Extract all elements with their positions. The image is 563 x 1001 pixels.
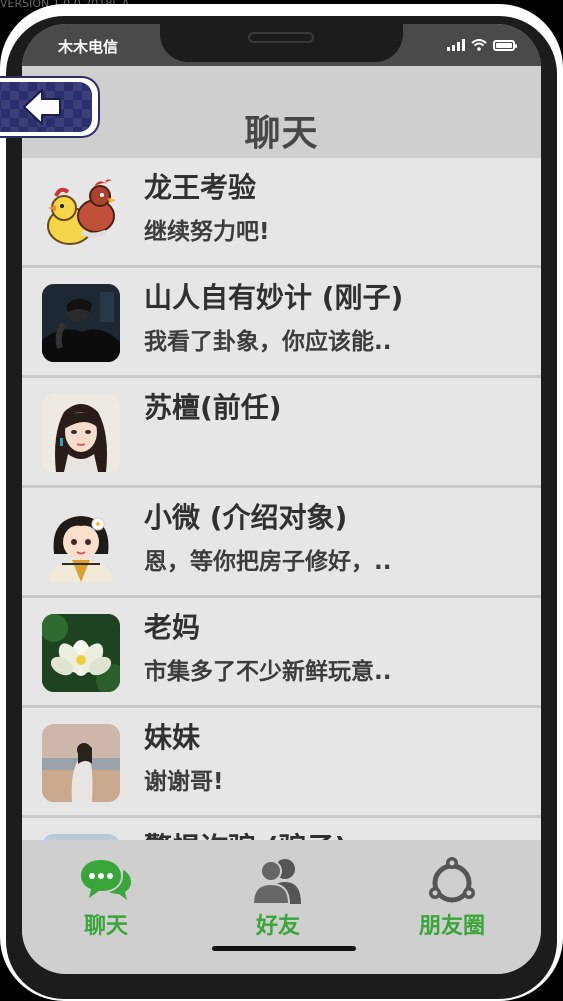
woman-portrait-avatar <box>42 394 120 472</box>
back-button[interactable] <box>0 78 98 136</box>
nav-label: 聊天 <box>83 914 128 939</box>
bottom-nav: 聊天 好友 朋友圈 <box>22 840 541 974</box>
back-arrow-icon <box>23 89 61 125</box>
chat-name: 山人自有妙计 (刚子) <box>144 281 404 314</box>
chat-message: 恩，等你把房子修好，.. <box>144 549 392 575</box>
chat-item-meimei[interactable]: 妹妹 谢谢哥! <box>22 708 541 818</box>
chat-bubbles-icon <box>81 860 131 900</box>
nav-label: 朋友圈 <box>418 914 485 939</box>
chat-name: 苏檀(前任) <box>144 391 282 424</box>
chat-name: 妹妹 <box>144 721 201 754</box>
moments-icon <box>429 857 475 903</box>
friends-icon <box>251 859 301 905</box>
nav-tab-moments[interactable]: 朋友圈 <box>392 856 512 940</box>
page-header: 聊天 <box>22 66 541 158</box>
chat-message: 市集多了不少新鲜玩意.. <box>144 659 392 685</box>
page-title: 聊天 <box>244 113 319 154</box>
chat-message: 我看了卦象，你应该能.. <box>144 329 392 355</box>
phone-screen: 龙王考验 继续努力吧! 山人自有妙计 (刚子) 我看了卦象，你应该能.. 苏檀(… <box>22 24 541 974</box>
chat-message: 谢谢哥! <box>144 769 224 795</box>
nav-tab-chat[interactable]: 聊天 <box>46 856 166 940</box>
chat-list: 龙王考验 继续努力吧! 山人自有妙计 (刚子) 我看了卦象，你应该能.. 苏檀(… <box>22 158 541 928</box>
nav-label: 好友 <box>255 914 300 939</box>
wifi-icon <box>471 39 487 51</box>
chat-item-laoma[interactable]: 老妈 市集多了不少新鲜玩意.. <box>22 598 541 708</box>
back-button-face <box>0 82 92 132</box>
chat-message: 继续努力吧! <box>144 219 270 245</box>
status-bar: 木木电信 <box>22 24 541 66</box>
status-icons <box>447 39 517 51</box>
man-in-black-avatar <box>42 284 120 362</box>
chat-name: 老妈 <box>144 611 201 644</box>
lotus-flower-avatar <box>42 614 120 692</box>
chat-item-longwang[interactable]: 龙王考验 继续努力吧! <box>22 158 541 268</box>
cartoon-girl-avatar <box>42 504 120 582</box>
chat-item-xiaowei[interactable]: 小微 (介绍对象) 恩，等你把房子修好，.. <box>22 488 541 598</box>
carrier-label: 木木电信 <box>58 38 119 56</box>
girl-on-beach-avatar <box>42 724 120 802</box>
speaker-grille <box>248 32 314 43</box>
nav-tab-friends[interactable]: 好友 <box>218 856 338 940</box>
chat-name: 龙王考验 <box>144 171 257 204</box>
cartoon-chickens-avatar <box>42 174 120 252</box>
phone-notch <box>160 24 403 62</box>
chat-item-gangzi[interactable]: 山人自有妙计 (刚子) 我看了卦象，你应该能.. <box>22 268 541 378</box>
chat-name: 小微 (介绍对象) <box>144 501 348 534</box>
chat-item-sutan[interactable]: 苏檀(前任) <box>22 378 541 488</box>
home-indicator <box>212 946 356 951</box>
battery-icon <box>493 39 517 51</box>
signal-icon <box>447 39 465 51</box>
